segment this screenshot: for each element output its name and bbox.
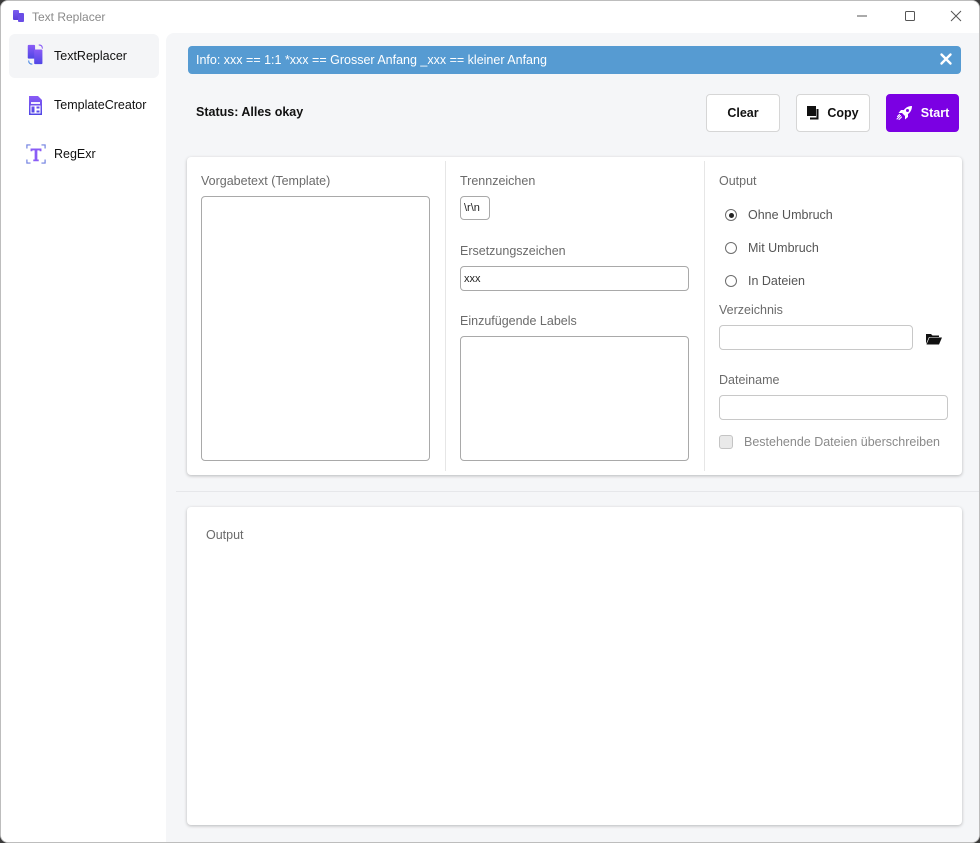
text-select-icon [26, 144, 46, 164]
radio-label: Mit Umbruch [748, 241, 819, 255]
app-window: Text Replacer TextReplacer TemplateCreat… [0, 0, 980, 843]
section-divider [176, 491, 979, 492]
info-banner: Info: xxx == 1:1 *xxx == Grosser Anfang … [188, 46, 961, 74]
window-title: Text Replacer [32, 10, 106, 24]
separator-label: Trennzeichen [460, 174, 536, 188]
overwrite-checkbox[interactable] [719, 435, 733, 449]
file-replace-icon [27, 44, 43, 65]
maximize-button[interactable] [887, 1, 933, 31]
info-text: Info: xxx == 1:1 *xxx == Grosser Anfang … [196, 53, 547, 67]
directory-label: Verzeichnis [719, 303, 783, 317]
filename-label: Dateiname [719, 373, 780, 387]
replacement-label: Ersetzungszeichen [460, 244, 566, 258]
copy-icon [807, 106, 819, 120]
rocket-icon [896, 106, 912, 121]
clear-button[interactable]: Clear [706, 94, 780, 132]
labels-label: Einzufügende Labels [460, 314, 577, 328]
radio-label: Ohne Umbruch [748, 208, 833, 222]
copy-button[interactable]: Copy [796, 94, 870, 132]
radio-mit-umbruch[interactable]: Mit Umbruch [725, 241, 819, 255]
template-label: Vorgabetext (Template) [201, 174, 331, 188]
column-divider [445, 161, 446, 471]
app-icon [13, 10, 24, 22]
output-text [206, 552, 941, 807]
start-button[interactable]: Start [886, 94, 959, 132]
overwrite-label: Bestehende Dateien überschreiben [744, 435, 940, 449]
radio-label: In Dateien [748, 274, 805, 288]
directory-input[interactable] [719, 325, 913, 350]
copy-button-label: Copy [827, 106, 859, 120]
sidebar-item-label: TextReplacer [54, 49, 127, 63]
sidebar-item-templatecreator[interactable]: TemplateCreator [9, 83, 159, 127]
close-icon [950, 10, 962, 22]
labels-input[interactable] [460, 336, 689, 461]
folder-open-icon[interactable] [925, 332, 943, 346]
close-window-button[interactable] [933, 1, 979, 31]
maximize-icon [905, 11, 915, 21]
main-content: Info: xxx == 1:1 *xxx == Grosser Anfang … [166, 33, 979, 842]
replacement-input[interactable] [460, 266, 689, 291]
settings-card: Vorgabetext (Template) Trennzeichen Erse… [187, 157, 962, 475]
overwrite-checkbox-row[interactable]: Bestehende Dateien überschreiben [719, 435, 940, 449]
title-bar: Text Replacer [1, 1, 979, 33]
filename-input[interactable] [719, 395, 948, 420]
output-card: Output [187, 507, 962, 825]
template-document-icon [29, 96, 42, 115]
output-label: Output [206, 528, 244, 542]
status-text: Status: Alles okay [196, 105, 304, 119]
radio-in-dateien[interactable]: In Dateien [725, 274, 805, 288]
separator-input[interactable] [460, 196, 490, 220]
sidebar-item-label: TemplateCreator [54, 98, 147, 112]
radio-button[interactable] [725, 209, 737, 221]
sidebar-item-textreplacer[interactable]: TextReplacer [9, 34, 159, 78]
sidebar-item-label: RegExr [54, 147, 96, 161]
sidebar-item-regexr[interactable]: RegExr [9, 132, 159, 176]
start-button-label: Start [920, 106, 950, 120]
column-divider [704, 161, 705, 471]
minimize-button[interactable] [839, 1, 885, 31]
radio-ohne-umbruch[interactable]: Ohne Umbruch [725, 208, 833, 222]
template-input[interactable] [201, 196, 430, 461]
output-options-title: Output [719, 174, 757, 188]
sidebar: TextReplacer TemplateCreator RegExr [1, 33, 166, 842]
clear-button-label: Clear [727, 106, 759, 120]
radio-button[interactable] [725, 242, 737, 254]
radio-button[interactable] [725, 275, 737, 287]
minimize-icon [857, 15, 867, 17]
close-icon[interactable] [939, 52, 953, 66]
